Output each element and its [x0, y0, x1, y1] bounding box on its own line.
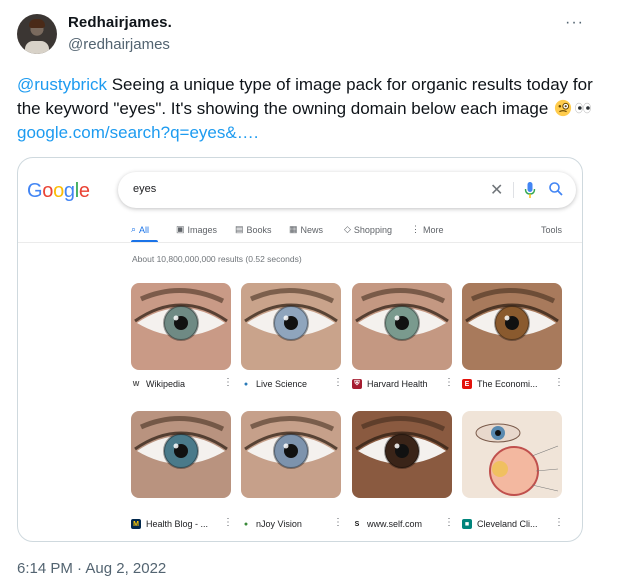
- more-vert-icon[interactable]: ⋮: [554, 517, 564, 528]
- image-source-caption[interactable]: ⛨ Harvard Health ⋮: [352, 377, 462, 391]
- favicon-icon: W: [131, 379, 141, 389]
- eye-image-thumbnail[interactable]: [131, 283, 231, 370]
- favicon-icon: ⛨: [352, 379, 362, 389]
- tab-label: More: [423, 224, 444, 235]
- google-logo-letter: o: [42, 180, 54, 202]
- eye-image-thumbnail[interactable]: [352, 283, 452, 370]
- tweet-timestamp[interactable]: 6:14 PM · Aug 2, 2022: [17, 560, 166, 577]
- image-source-caption[interactable]: ● Live Science ⋮: [241, 377, 351, 391]
- tab-label: All: [139, 224, 150, 235]
- more-vert-icon[interactable]: ⋮: [444, 517, 454, 528]
- google-logo-letter: e: [78, 180, 90, 202]
- microphone-icon[interactable]: [523, 180, 537, 200]
- google-logo-letter: g: [63, 180, 75, 202]
- source-domain-label: nJoy Vision: [256, 519, 302, 529]
- eye-image-thumbnail[interactable]: [241, 411, 341, 498]
- book-icon: ▤: [235, 224, 244, 234]
- tab-all[interactable]: ⌕ All: [131, 224, 149, 235]
- image-source-caption[interactable]: M Health Blog - ... ⋮: [131, 517, 241, 531]
- image-source-caption[interactable]: W Wikipedia ⋮: [131, 377, 241, 391]
- search-icon: ⌕: [131, 224, 137, 234]
- avatar-shirt: [25, 41, 49, 54]
- monocle-face-emoji-icon: [554, 99, 572, 117]
- tag-icon: ◇: [344, 224, 351, 234]
- eye-image-thumbnail[interactable]: [131, 411, 231, 498]
- source-domain-label: Harvard Health: [367, 379, 428, 389]
- more-vert-icon[interactable]: ⋮: [333, 517, 343, 528]
- tabs-divider: [18, 242, 582, 243]
- author-name[interactable]: Redhairjames.: [68, 14, 172, 31]
- avatar-hair: [29, 19, 45, 28]
- tab-label: News: [300, 224, 324, 235]
- search-icon[interactable]: [548, 181, 564, 197]
- source-domain-label: The Economi...: [477, 379, 538, 389]
- eye-image-thumbnail[interactable]: [352, 411, 452, 498]
- search-box-divider: [513, 182, 514, 198]
- eye-image-thumbnail[interactable]: [462, 283, 562, 370]
- google-logo-letter: G: [27, 180, 43, 202]
- source-domain-label: Wikipedia: [146, 379, 186, 389]
- source-domain-label: Health Blog - ...: [146, 519, 209, 529]
- search-box[interactable]: eyes ✕: [118, 172, 576, 208]
- image-source-caption[interactable]: E The Economi... ⋮: [462, 377, 572, 391]
- source-domain-label: Live Science: [256, 379, 308, 389]
- tools-button[interactable]: Tools: [541, 225, 562, 235]
- favicon-icon: M: [131, 519, 141, 529]
- close-icon[interactable]: ✕: [490, 180, 503, 200]
- mention-link[interactable]: @rustybrick: [17, 75, 107, 94]
- google-logo-letter: o: [53, 180, 64, 202]
- author-avatar[interactable]: [17, 14, 57, 54]
- search-input[interactable]: eyes: [133, 183, 156, 195]
- tab-label: Images: [187, 224, 218, 235]
- more-vert-icon[interactable]: ⋮: [554, 377, 564, 388]
- result-stats: About 10,800,000,000 results (0.52 secon…: [132, 254, 302, 264]
- favicon-icon: ■: [462, 519, 472, 529]
- search-url-link[interactable]: google.com/search?q=eyes&….: [17, 123, 258, 142]
- favicon-icon: ●: [241, 519, 251, 529]
- image-source-caption[interactable]: ● nJoy Vision ⋮: [241, 517, 351, 531]
- tab-more[interactable]: ⋮ More: [411, 224, 444, 235]
- image-source-caption[interactable]: Swww.self.com ⋮: [352, 517, 462, 531]
- tab-books[interactable]: ▤ Books: [235, 224, 272, 235]
- more-vert-icon[interactable]: ⋮: [223, 377, 233, 388]
- more-vert-icon[interactable]: ⋮: [223, 517, 233, 528]
- more-vert-icon[interactable]: ⋮: [444, 377, 454, 388]
- tab-label: Books: [246, 224, 272, 235]
- more-icon: ⋮: [411, 224, 420, 234]
- favicon-icon: ●: [241, 379, 251, 389]
- image-source-caption[interactable]: ■ Cleveland Cli... ⋮: [462, 517, 572, 531]
- favicon-icon: S: [352, 519, 362, 529]
- favicon-icon: E: [462, 379, 472, 389]
- tweet-text: @rustybrick Seeing a unique type of imag…: [17, 73, 607, 145]
- source-domain-label: www.self.com: [367, 519, 423, 529]
- eye-image-thumbnail[interactable]: [241, 283, 341, 370]
- author-handle[interactable]: @redhairjames: [68, 36, 170, 53]
- eyes-emoji-icon: [575, 102, 591, 114]
- tab-label: Shopping: [353, 224, 392, 235]
- tab-news[interactable]: ▦ News: [289, 224, 323, 235]
- tab-shopping[interactable]: ◇ Shopping: [344, 224, 392, 235]
- source-domain-label: Cleveland Cli...: [477, 519, 538, 529]
- tab-images[interactable]: ▣ Images: [176, 224, 217, 235]
- more-vert-icon[interactable]: ⋮: [333, 377, 343, 388]
- news-icon: ▦: [289, 224, 298, 234]
- image-icon: ▣: [176, 224, 185, 234]
- eye-image-thumbnail[interactable]: [462, 411, 562, 498]
- attached-image-card[interactable]: Google eyes ✕ ⌕ All ▣ Images ▤ Books ▦ News ◇ Sho…: [17, 157, 583, 542]
- google-logo[interactable]: Google: [27, 180, 90, 203]
- more-options-icon[interactable]: ···: [565, 14, 584, 32]
